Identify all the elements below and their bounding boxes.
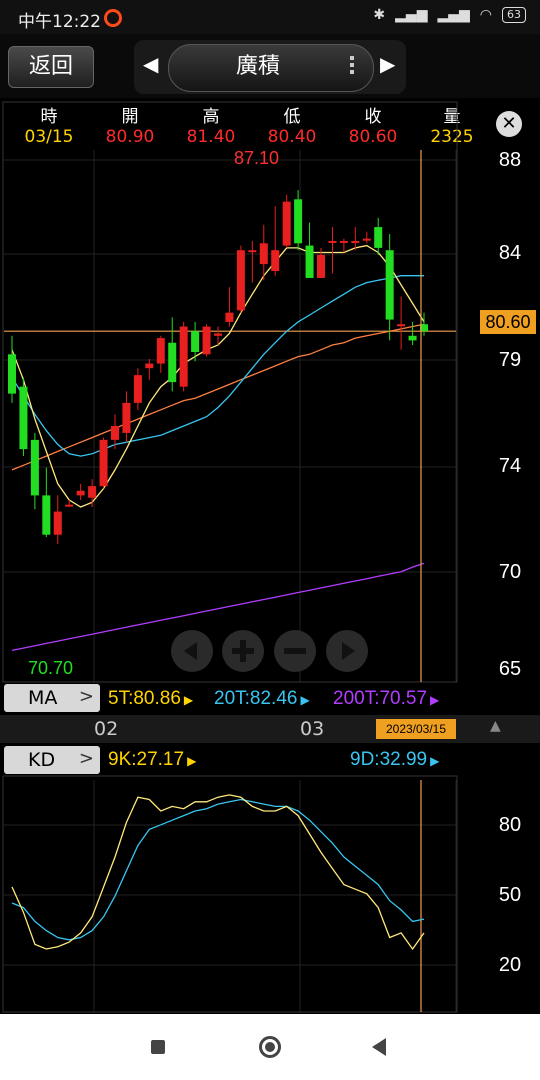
candle-body (19, 386, 28, 450)
d-line (11, 798, 425, 941)
date-tick-03: 03 (300, 718, 325, 740)
candle-body (351, 240, 360, 243)
triangle-icon: ▶ (187, 754, 197, 768)
zoom-in-button[interactable] (222, 630, 264, 672)
kd-panel-frame (2, 775, 458, 1013)
d-value: 9D:32.99 ▶ (350, 749, 439, 771)
triangle-icon: ▶ (183, 693, 194, 707)
candle-body (408, 335, 417, 341)
date-axis-bar: 02 03 ▲ (0, 715, 540, 743)
candle-body (259, 243, 268, 265)
candle-body (248, 250, 257, 253)
ma5-text: 5T:80.86 (108, 688, 181, 709)
chevron-right-icon: > (78, 748, 94, 769)
candle-body (316, 254, 326, 278)
price-tick: 88 (498, 149, 522, 171)
candle-body (362, 238, 371, 241)
candle-body (236, 250, 245, 311)
candle-body (30, 439, 39, 496)
back-nav-icon[interactable] (372, 1038, 386, 1056)
kd-tick: 50 (498, 884, 522, 906)
home-icon[interactable] (259, 1036, 281, 1058)
ma200-value: 200T:70.57 ▶ (333, 688, 439, 710)
triangle-icon: ▶ (430, 754, 440, 768)
ma-selector-button[interactable]: MA > (4, 684, 100, 712)
kd-button-label: KD (28, 749, 56, 771)
candle-body (339, 240, 348, 243)
candle-body (305, 245, 314, 278)
candle-body (65, 504, 74, 507)
candle-body (110, 426, 120, 440)
candle-body (397, 324, 406, 327)
price-tick: 79 (498, 349, 522, 371)
scroll-right-button[interactable] (326, 630, 368, 672)
candle-body (282, 201, 291, 246)
candle-body (53, 511, 62, 535)
candle-body (99, 439, 108, 487)
k-text: 9K:27.17 (108, 749, 185, 770)
ma20-text: 20T:82.46 (214, 688, 298, 709)
candle-body (42, 495, 51, 535)
k-value: 9K:27.17 ▶ (108, 749, 196, 771)
ma20-line (11, 275, 424, 457)
candle-body (88, 486, 97, 498)
kd-selector-button[interactable]: KD > (4, 746, 100, 774)
recents-icon[interactable] (151, 1040, 165, 1054)
system-nav-bar (0, 1014, 540, 1080)
sort-arrows-icon[interactable]: ▲ (490, 718, 501, 734)
candle-body (328, 240, 337, 243)
ma-long-line (11, 323, 425, 471)
candle-body (7, 354, 17, 394)
triangle-icon: ▶ (300, 693, 310, 707)
ma-button-label: MA (28, 687, 58, 709)
ma20-value: 20T:82.46 ▶ (214, 688, 310, 710)
zoom-out-button[interactable] (274, 630, 316, 672)
kd-tick: 80 (498, 814, 522, 836)
d-text: 9D:32.99 (350, 749, 428, 770)
price-tick: 74 (498, 455, 522, 477)
date-tick-02: 02 (94, 718, 119, 740)
ma200-text: 200T:70.57 (333, 688, 428, 709)
candle-body (145, 363, 154, 369)
triangle-icon: ▶ (430, 693, 440, 707)
candle-body (133, 375, 142, 403)
candle-body (76, 490, 85, 496)
ma5-value: 5T:80.86 ▶ (108, 688, 193, 710)
candle-body (213, 333, 223, 336)
candle-body (374, 227, 383, 248)
candle-body (202, 326, 211, 355)
price-tick: 84 (498, 242, 522, 264)
candle-body (271, 250, 280, 272)
scroll-left-button[interactable] (171, 630, 213, 672)
candle-body (156, 338, 165, 364)
candle-body (168, 342, 177, 383)
chevron-right-icon: > (78, 686, 94, 707)
candle-body (179, 326, 188, 387)
candle-body (385, 250, 394, 320)
candle-body (294, 199, 303, 244)
kd-tick: 20 (498, 954, 522, 976)
price-panel-frame (2, 101, 458, 683)
low-annotation: 70.70 (28, 658, 74, 678)
current-price-tag: 80.60 (480, 310, 536, 334)
candle-body (122, 402, 131, 433)
selected-date-badge: 2023/03/15 (376, 719, 456, 739)
high-annotation: 87.10 (234, 148, 280, 168)
price-tick: 70 (498, 561, 522, 583)
price-tick: 65 (498, 658, 522, 680)
candle-body (191, 331, 200, 352)
candle-body (225, 312, 234, 322)
